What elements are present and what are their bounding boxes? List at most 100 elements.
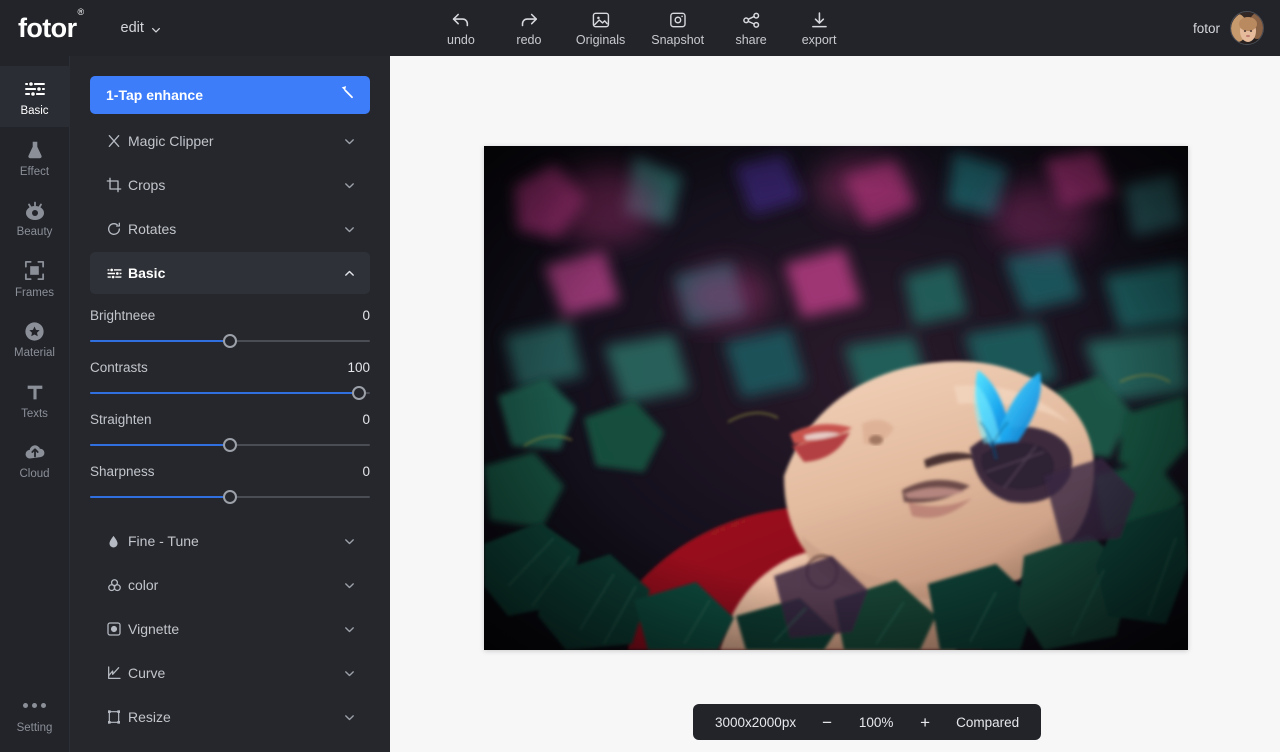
slider-brightness-value: 0	[362, 308, 370, 323]
image-dimensions-label: 3000x2000px	[715, 715, 796, 730]
export-button[interactable]: export	[798, 9, 840, 47]
resize-icon	[106, 709, 128, 725]
canvas-area: 3000x2000px − 100% + Compared	[390, 56, 1280, 752]
rail-item-basic[interactable]: Basic	[0, 66, 70, 127]
logo-text: fotor	[18, 13, 76, 43]
logo-registered-mark: ®	[77, 7, 83, 17]
slider-straighten-head: Straighten 0	[90, 412, 370, 438]
slider-straighten-value: 0	[362, 412, 370, 427]
slider-brightness-label: Brightneee	[90, 308, 155, 323]
undo-button[interactable]: undo	[440, 9, 482, 47]
rail-item-frames[interactable]: Frames	[0, 248, 70, 309]
flask-icon	[24, 138, 46, 162]
photo-image	[484, 146, 1188, 650]
color-circles-icon	[106, 577, 128, 594]
chevron-down-icon	[342, 711, 356, 724]
chevron-down-icon	[342, 535, 356, 548]
chevron-up-icon	[342, 267, 356, 280]
rail-item-setting[interactable]: Setting	[0, 683, 70, 752]
compare-button[interactable]: Compared	[956, 715, 1019, 730]
slider-contrast-label: Contrasts	[90, 360, 148, 375]
curve-icon	[106, 665, 128, 681]
slider-sharpness-track[interactable]	[90, 490, 370, 504]
header-toolbar: undo redo Originals Snapshot	[440, 9, 840, 47]
account-menu[interactable]: fotor	[1193, 11, 1264, 45]
rail-item-material[interactable]: Material	[0, 308, 70, 369]
basic-sliders-group: Brightneee 0 Contrasts 100	[90, 294, 370, 518]
slider-brightness-track[interactable]	[90, 334, 370, 348]
edit-menu-dropdown[interactable]: edit	[121, 20, 161, 36]
rotate-icon	[106, 221, 128, 237]
menu-item-fine-tune-label: Fine - Tune	[128, 533, 342, 549]
menu-item-vignette[interactable]: Vignette	[90, 608, 370, 650]
menu-item-color-label: color	[128, 577, 342, 593]
rail-item-cloud-label: Cloud	[19, 469, 49, 481]
one-tap-enhance-label: 1-Tap enhance	[106, 87, 203, 103]
text-t-icon	[24, 380, 46, 404]
star-badge-icon	[23, 319, 46, 343]
rail-item-basic-label: Basic	[20, 106, 48, 118]
adjustments-panel: 1-Tap enhance Magic Clipper Crops	[70, 56, 390, 752]
slider-sharpness-thumb[interactable]	[223, 490, 237, 504]
fotor-logo[interactable]: fotor®	[18, 15, 83, 42]
sliders-icon	[23, 77, 47, 101]
slider-contrast-value: 100	[347, 360, 370, 375]
redo-label: redo	[516, 34, 541, 47]
avatar[interactable]	[1230, 11, 1264, 45]
export-label: export	[802, 34, 837, 47]
cloud-upload-icon	[23, 440, 47, 464]
menu-item-color[interactable]: color	[90, 564, 370, 606]
menu-item-magic-clipper[interactable]: Magic Clipper	[90, 120, 370, 162]
slider-contrast-track[interactable]	[90, 386, 370, 400]
menu-item-resize[interactable]: Resize	[90, 696, 370, 738]
camera-icon	[668, 9, 688, 31]
slider-straighten-track[interactable]	[90, 438, 370, 452]
slider-track-fill	[90, 444, 230, 446]
menu-item-basic-label: Basic	[128, 265, 342, 281]
menu-item-magic-clipper-label: Magic Clipper	[128, 133, 342, 149]
crop-icon	[106, 177, 128, 193]
originals-button[interactable]: Originals	[576, 9, 625, 47]
menu-item-crops[interactable]: Crops	[90, 164, 370, 206]
chevron-down-icon	[342, 135, 356, 148]
chevron-down-icon	[342, 223, 356, 236]
rail-item-texts[interactable]: Texts	[0, 369, 70, 430]
app-body: Basic Effect Beauty Frames	[0, 56, 1280, 752]
menu-item-rotates[interactable]: Rotates	[90, 208, 370, 250]
slider-straighten-thumb[interactable]	[223, 438, 237, 452]
app-header: fotor® edit undo redo	[0, 0, 1280, 56]
slider-contrast-thumb[interactable]	[352, 386, 366, 400]
slider-track-fill	[90, 392, 359, 394]
undo-label: undo	[447, 34, 475, 47]
left-rail: Basic Effect Beauty Frames	[0, 56, 70, 752]
slider-sharpness-head: Sharpness 0	[90, 464, 370, 490]
menu-item-basic[interactable]: Basic	[90, 252, 370, 294]
rail-item-texts-label: Texts	[21, 409, 48, 421]
vignette-icon	[106, 621, 128, 637]
snapshot-button[interactable]: Snapshot	[651, 9, 704, 47]
slider-brightness-thumb[interactable]	[223, 334, 237, 348]
share-button[interactable]: share	[730, 9, 772, 47]
menu-item-curve[interactable]: Curve	[90, 652, 370, 694]
more-dots-icon	[23, 694, 46, 718]
zoom-out-button[interactable]: −	[820, 714, 834, 731]
menu-item-rotates-label: Rotates	[128, 221, 342, 237]
fotor-editor-window: fotor® edit undo redo	[0, 0, 1280, 752]
rail-item-cloud[interactable]: Cloud	[0, 429, 70, 490]
redo-button[interactable]: redo	[508, 9, 550, 47]
account-username: fotor	[1193, 21, 1220, 36]
zoom-level-label: 100%	[858, 715, 894, 730]
rail-item-beauty[interactable]: Beauty	[0, 187, 70, 248]
share-label: share	[735, 34, 766, 47]
one-tap-enhance-button[interactable]: 1-Tap enhance	[90, 76, 370, 114]
slider-straighten-label: Straighten	[90, 412, 152, 427]
menu-item-fine-tune[interactable]: Fine - Tune	[90, 520, 370, 562]
download-icon	[809, 9, 830, 31]
rail-item-effect[interactable]: Effect	[0, 127, 70, 188]
zoom-in-button[interactable]: +	[918, 714, 932, 731]
droplet-icon	[106, 534, 128, 549]
rail-item-effect-label: Effect	[20, 167, 49, 179]
slider-track-fill	[90, 340, 230, 342]
undo-icon	[450, 9, 472, 31]
photo-canvas[interactable]	[484, 146, 1188, 650]
